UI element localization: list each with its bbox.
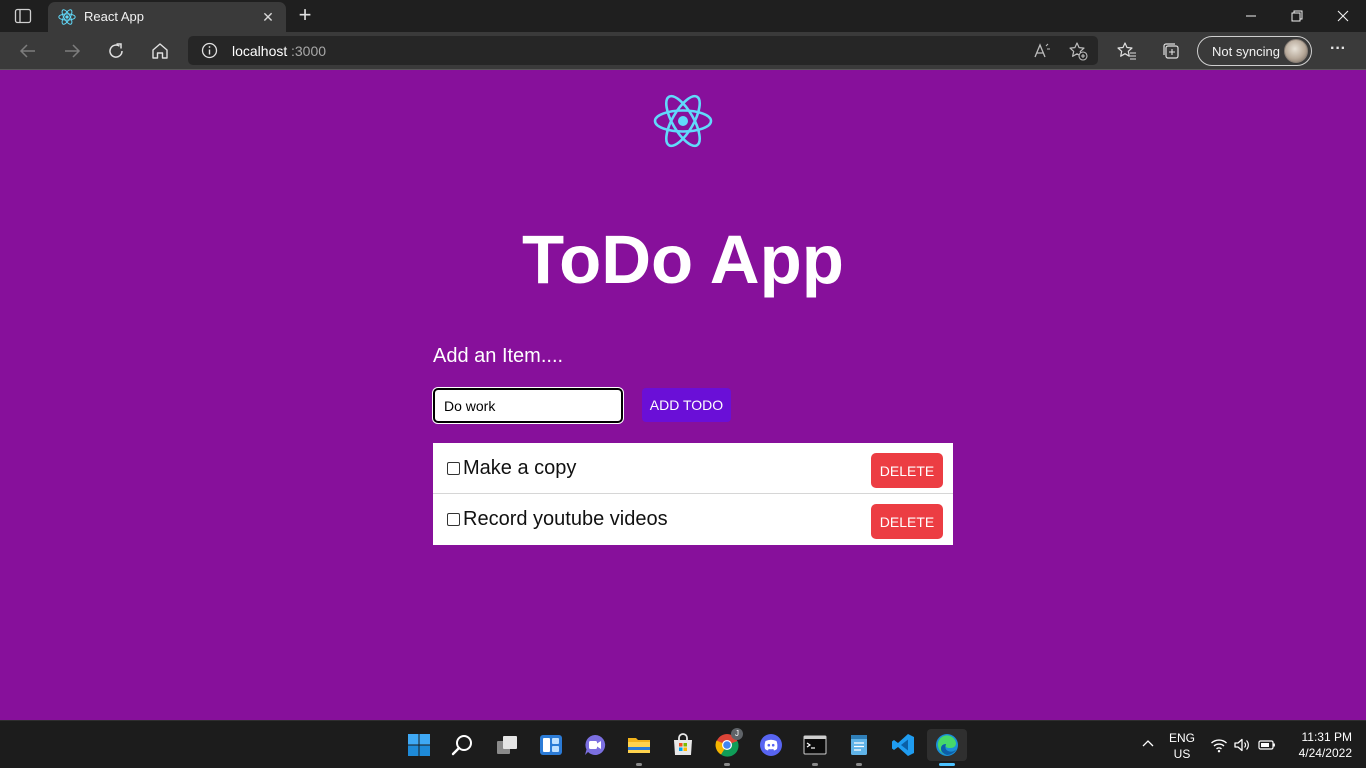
windows-taskbar: J ENG US 11:31 PM 4/24/2022 (0, 720, 1366, 768)
page-title: ToDo App (522, 221, 844, 298)
more-options-icon[interactable]: ··· (1328, 40, 1348, 60)
todo-item: Make a copy DELETE (433, 443, 953, 494)
delete-button[interactable]: DELETE (871, 453, 943, 488)
region-code: US (1173, 747, 1191, 761)
add-todo-button[interactable]: ADD TODO (642, 388, 731, 422)
browser-toolbar: localhost :3000 Not syncing ··· (0, 32, 1366, 70)
discord-icon[interactable] (751, 729, 791, 761)
todo-input[interactable] (433, 388, 623, 423)
terminal-icon[interactable] (795, 729, 835, 766)
search-icon[interactable] (443, 729, 483, 761)
notepad-icon[interactable] (839, 729, 879, 766)
clock-date: 4/24/2022 (1298, 746, 1352, 760)
refresh-icon[interactable] (103, 39, 129, 63)
browser-tab[interactable]: React App ✕ (48, 2, 286, 32)
profile-avatar (1284, 39, 1308, 63)
delete-button[interactable]: DELETE (871, 504, 943, 539)
address-bar[interactable]: localhost :3000 (188, 36, 1098, 65)
running-indicator (724, 763, 730, 766)
chrome-icon[interactable]: J (707, 728, 747, 766)
todo-text: Record youtube videos (463, 508, 668, 530)
close-tab-icon[interactable]: ✕ (258, 7, 278, 27)
new-tab-icon[interactable]: + (294, 4, 316, 27)
language-indicator[interactable]: ENG US (1168, 730, 1196, 762)
todo-item: Record youtube videos DELETE (433, 494, 953, 545)
read-aloud-icon[interactable] (1032, 41, 1052, 61)
minimize-icon[interactable] (1228, 0, 1274, 32)
site-info-icon[interactable] (201, 42, 218, 59)
todo-checkbox[interactable] (447, 462, 460, 475)
wifi-icon[interactable] (1210, 736, 1228, 754)
url-host: localhost (232, 43, 288, 59)
forward-icon[interactable] (59, 39, 85, 63)
chrome-profile-badge: J (731, 728, 743, 740)
todo-text: Make a copy (463, 457, 577, 479)
language-code: ENG (1168, 731, 1195, 745)
tab-title: React App (84, 9, 144, 24)
home-icon[interactable] (147, 39, 173, 63)
restore-icon[interactable] (1274, 0, 1320, 32)
profile-sync-button[interactable]: Not syncing (1197, 36, 1312, 66)
battery-icon[interactable] (1258, 736, 1276, 754)
running-indicator (856, 763, 862, 766)
close-window-icon[interactable] (1320, 0, 1366, 32)
start-icon[interactable] (399, 729, 439, 761)
running-indicator (812, 763, 818, 766)
store-icon[interactable] (663, 729, 703, 761)
react-logo (651, 90, 715, 152)
add-favorite-icon[interactable] (1068, 41, 1088, 61)
volume-icon[interactable] (1233, 736, 1251, 754)
clock-time: 11:31 PM (1301, 730, 1352, 744)
widgets-icon[interactable] (531, 729, 571, 761)
tab-actions-icon[interactable] (14, 8, 32, 24)
vscode-icon[interactable] (883, 729, 923, 761)
react-favicon-icon (58, 8, 76, 26)
sync-status-label: Not syncing (1212, 44, 1280, 59)
running-indicator (636, 763, 642, 766)
chat-icon[interactable] (575, 729, 615, 761)
active-app-indicator (939, 763, 955, 766)
todo-checkbox[interactable] (447, 513, 460, 526)
edge-icon[interactable] (927, 729, 967, 766)
clock[interactable]: 11:31 PM 4/24/2022 (1282, 729, 1352, 761)
collections-icon[interactable] (1161, 41, 1181, 61)
task-view-icon[interactable] (487, 729, 527, 761)
url-port: :3000 (291, 43, 327, 59)
favorites-icon[interactable] (1117, 41, 1137, 61)
add-item-label: Add an Item.... (433, 345, 564, 367)
file-explorer-icon[interactable] (619, 729, 659, 766)
chevron-up-icon[interactable] (1140, 736, 1156, 752)
back-icon[interactable] (15, 39, 41, 63)
todo-list: Make a copy DELETE Record youtube videos… (433, 443, 953, 545)
browser-tab-bar: React App ✕ + (0, 0, 1366, 32)
